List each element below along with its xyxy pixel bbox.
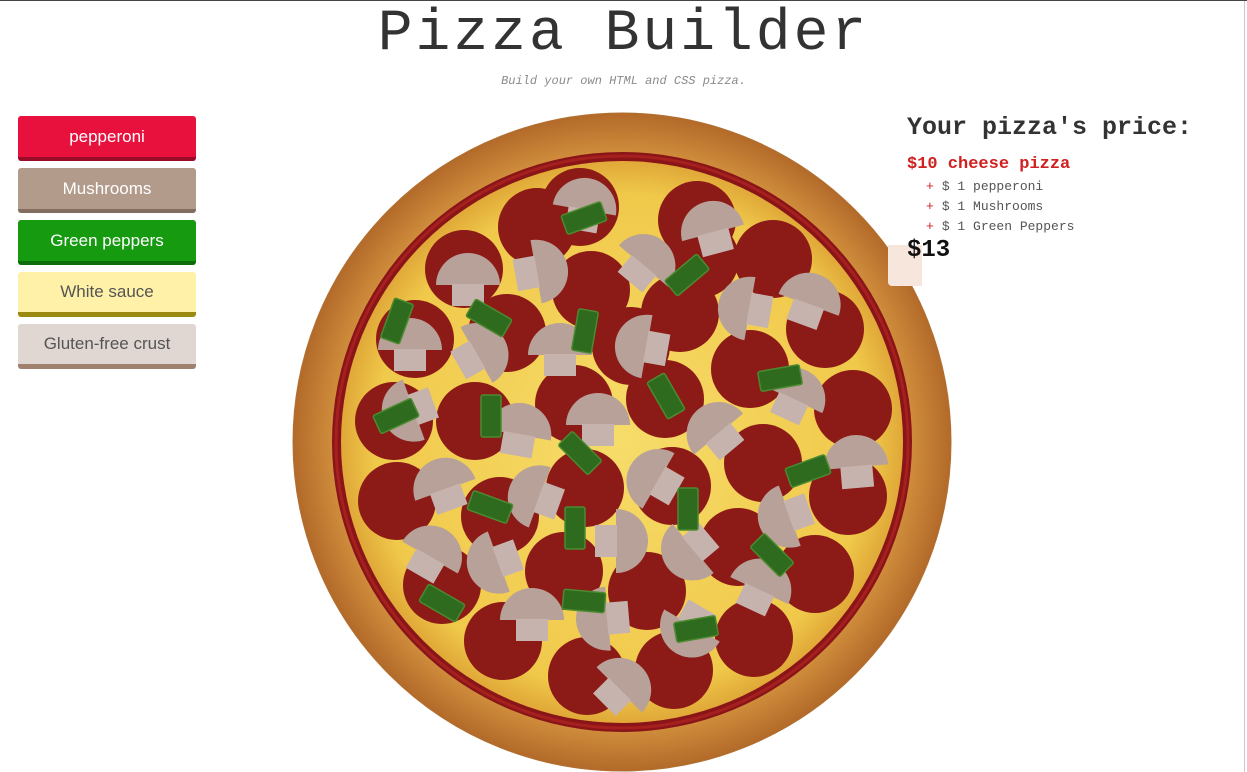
price-items-list: + $ 1 pepperoni + $ 1 Mushrooms + $ 1 Green… — [926, 177, 1074, 237]
price-heading: Your pizza's price: — [907, 113, 1193, 142]
green-pepper-strip — [480, 394, 502, 438]
green-pepper-strip — [677, 487, 699, 531]
price-item-mushrooms: + $ 1 Mushrooms — [926, 197, 1074, 217]
green-pepper-strip — [564, 506, 586, 550]
price-item-label: $ 1 Mushrooms — [941, 199, 1044, 214]
green-pepper-strip — [561, 588, 607, 614]
plus-icon: + — [926, 199, 934, 214]
price-item-label: $ 1 Green Peppers — [941, 219, 1075, 234]
price-item-label: $ 1 pepperoni — [941, 179, 1044, 194]
base-price: $10 cheese pizza — [907, 155, 1071, 174]
plus-icon: + — [926, 219, 934, 234]
plus-icon: + — [926, 179, 934, 194]
total-price: $13 — [907, 237, 951, 264]
price-item-pepperoni: + $ 1 pepperoni — [926, 177, 1074, 197]
price-item-green-peppers: + $ 1 Green Peppers — [926, 217, 1074, 237]
